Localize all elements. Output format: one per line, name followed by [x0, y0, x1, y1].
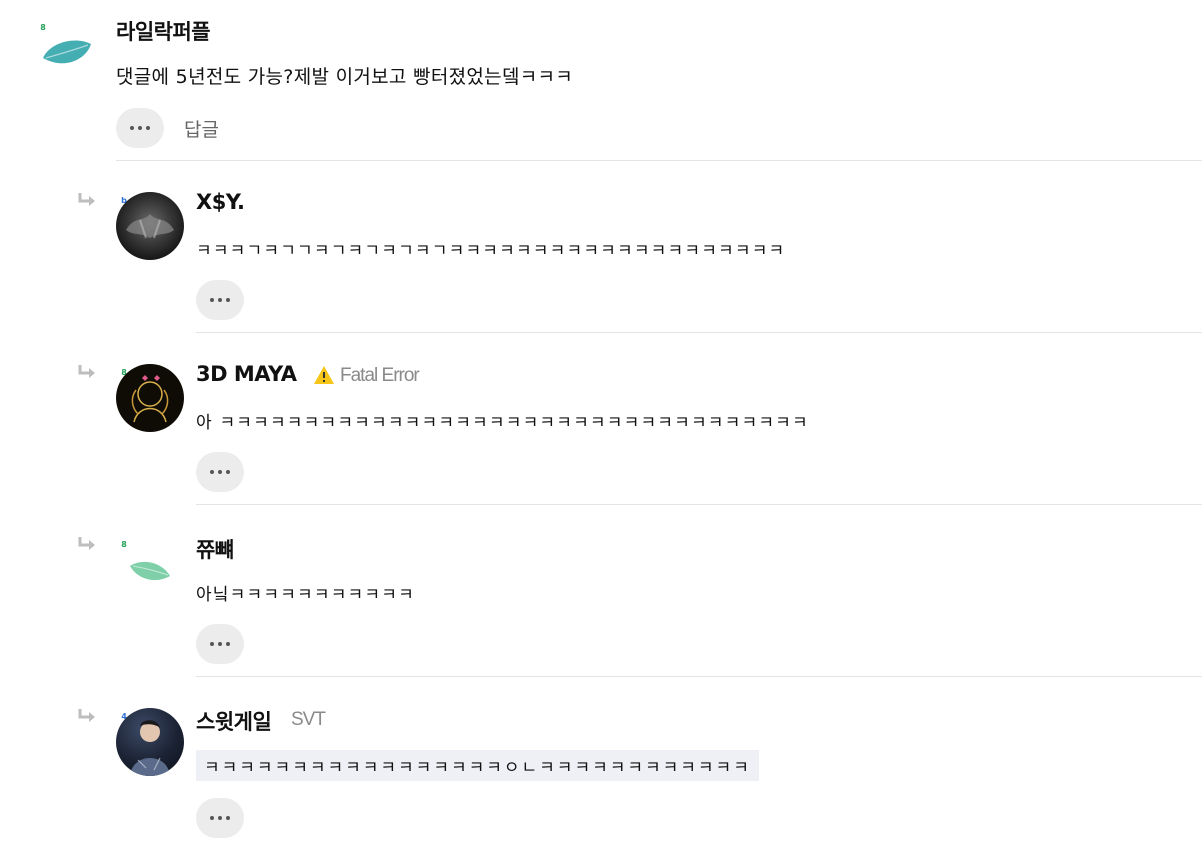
warning-icon	[314, 366, 334, 384]
reply-arrow-icon	[78, 709, 95, 722]
avatar[interactable]	[116, 708, 184, 776]
comment-4: 8 쮸뺴 아닠ㅋㅋㅋㅋㅋㅋㅋㅋㅋㅋㅋ	[0, 506, 1202, 678]
avatar[interactable]	[116, 364, 184, 432]
comment-author[interactable]: 3D MAYA	[196, 362, 297, 386]
more-options-button[interactable]	[196, 280, 244, 320]
comment-author[interactable]: X$Y.	[196, 190, 245, 214]
comment-text: ㅋㅋㅋㅋㅋㅋㅋㅋㅋㅋㅋㅋㅋㅋㅋㅋㅋㅇㄴㅋㅋㅋㅋㅋㅋㅋㅋㅋㅋㅋㅋ	[196, 750, 759, 781]
level-badge: 8	[40, 23, 46, 32]
leaf-icon	[43, 40, 91, 64]
comment-author[interactable]: 쮸뺴	[196, 534, 234, 564]
divider	[196, 676, 1202, 677]
reply-arrow-icon	[78, 537, 95, 550]
more-options-button[interactable]	[116, 108, 164, 148]
comment-text: 댓글에 5년전도 가능?제발 이거보고 빵터졌었는뎈ㅋㅋㅋ	[116, 66, 574, 88]
avatar[interactable]	[116, 192, 184, 260]
user-badge: SVT	[291, 709, 326, 730]
comment-author[interactable]: 스윗게일	[196, 706, 272, 736]
divider	[116, 160, 1202, 161]
leaf-icon	[130, 561, 170, 581]
reply-arrow-icon	[78, 193, 95, 206]
comment-text: 아 ㅋㅋㅋㅋㅋㅋㅋㅋㅋㅋㅋㅋㅋㅋㅋㅋㅋㅋㅋㅋㅋㅋㅋㅋㅋㅋㅋㅋㅋㅋㅋㅋㅋㅋㅋ	[196, 413, 809, 433]
more-options-button[interactable]	[196, 798, 244, 838]
comment-3: 8 3D MAYA Fatal Error 아 ㅋㅋㅋㅋㅋㅋㅋㅋㅋㅋㅋㅋㅋㅋㅋㅋ…	[0, 334, 1202, 506]
comment-text: ㅋㅋㅋㄱㅋㄱㄱㅋㄱㅋㄱㅋㄱㅋㄱㅋㅋㅋㅋㅋㅋㅋㅋㅋㅋㅋㅋㅋㅋㅋㅋㅋㅋㅋㅋ	[196, 241, 786, 261]
comment-text: 아닠ㅋㅋㅋㅋㅋㅋㅋㅋㅋㅋㅋ	[196, 585, 415, 605]
divider	[196, 332, 1202, 333]
avatar-image-icon	[126, 214, 174, 239]
avatar-image-icon	[131, 375, 169, 423]
avatar-image-icon	[130, 720, 170, 776]
level-badge: 8	[121, 540, 127, 549]
more-options-button[interactable]	[196, 624, 244, 664]
user-badge: Fatal Error	[340, 365, 420, 386]
comment-2: b X$Y. ㅋㅋㅋㄱㅋㄱㄱㅋㄱㅋㄱㅋㄱㅋㄱㅋㅋㅋㅋㅋㅋㅋㅋㅋㅋㅋㅋㅋㅋㅋㅋㅋㅋ…	[0, 162, 1202, 334]
comment-5: 4 스윗게일 SVT ㅋㅋㅋㅋㅋㅋㅋㅋㅋㅋㅋㅋㅋㅋㅋㅋㅋㅇㄴㅋㅋㅋㅋㅋㅋㅋㅋㅋㅋ…	[0, 678, 1202, 844]
reply-arrow-icon	[78, 365, 95, 378]
comment-author[interactable]: 라일락퍼플	[116, 16, 211, 46]
more-options-button[interactable]	[196, 452, 244, 492]
reply-button[interactable]: 답글	[184, 115, 219, 142]
divider	[196, 504, 1202, 505]
comment-1: 8 라일락퍼플 댓글에 5년전도 가능?제발 이거보고 빵터졌었는뎈ㅋㅋㅋ 답글	[0, 0, 1202, 162]
